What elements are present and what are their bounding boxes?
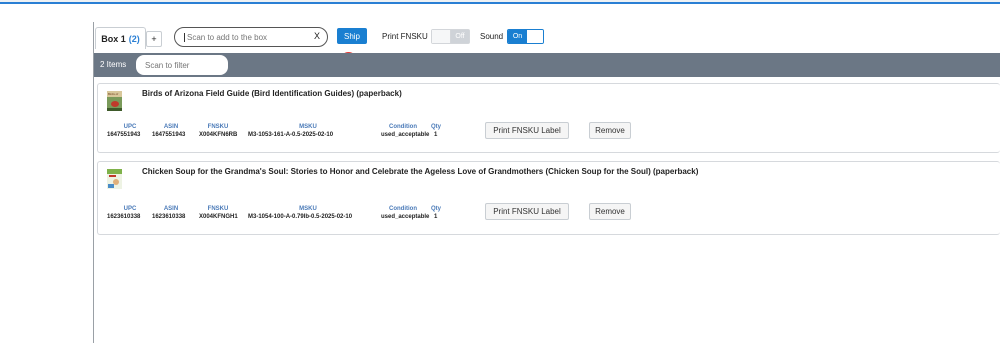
clear-scan-button[interactable]: X [314,31,320,41]
upc-value: 1647551943 [107,132,141,138]
msku-value: M3-1054-100-A-0.79lb-0.5-2025-02-10 [248,214,353,220]
sound-toggle-state: On [508,30,527,43]
tab-box-count: (2) [128,33,140,44]
filter-bar: 2 Items [94,53,1000,77]
condition-value: used_acceptable [381,132,430,138]
msku-header: MSKU [299,124,317,130]
top-header-bar [0,0,1000,4]
add-box-button[interactable]: + [146,31,162,47]
fnsku-value: X004KFNGH1 [199,214,238,220]
item-title: Chicken Soup for the Grandma's Soul: Sto… [142,167,699,176]
remove-button[interactable]: Remove [589,122,631,139]
filter-input[interactable] [136,55,228,75]
upc-header: UPC [123,206,137,212]
item-title: Birds of Arizona Field Guide (Bird Ident… [142,89,402,98]
print-fnsku-label: Print FNSKU [382,32,428,41]
asin-header: ASIN [163,124,179,130]
msku-header: MSKU [299,206,317,212]
qty-value: 1 [434,214,438,220]
qty-value: 1 [434,132,438,138]
sound-label: Sound [480,32,504,41]
svg-text:Birds of: Birds of [108,92,118,96]
asin-value: 1647551943 [152,132,186,138]
upc-header: UPC [123,124,137,130]
condition-header: Condition [389,206,417,212]
tab-box-label: Box 1 [101,33,126,44]
print-fnsku-toggle-knob [432,30,451,43]
ship-button[interactable]: Ship [337,28,367,44]
scan-to-box-field: X [174,27,328,47]
msku-value: M3-1053-161-A-0.5-2025-02-10 [248,132,334,138]
condition-header: Condition [389,124,417,130]
sound-toggle-knob [527,30,543,43]
book-cover-birds-thumbnail: Birds of [107,91,122,111]
scan-to-box-input[interactable] [184,32,304,42]
fnsku-header: FNSKU [207,206,229,212]
condition-value: used_acceptable [381,214,430,220]
items-count: 2 Items [100,60,127,69]
qty-header: Qty [430,124,441,130]
asin-header: ASIN [163,206,179,212]
fnsku-value: X004KFN6RB [199,132,238,138]
sound-toggle[interactable]: On [507,29,544,44]
item-card: Birds of Birds of Arizona Field Guide (B… [97,83,1000,153]
box-panel: Box 1 (2) + X Ship 8 Print FNSKU Off Sou… [94,22,1000,343]
upc-value: 1623610338 [107,214,141,220]
qty-header: Qty [430,206,441,212]
print-fnsku-label-button[interactable]: Print FNSKU Label [485,203,569,220]
item-card: Chicken Soup for the Grandma's Soul: Sto… [97,161,1000,235]
remove-button[interactable]: Remove [589,203,631,220]
asin-value: 1623610338 [152,214,186,220]
print-fnsku-toggle[interactable]: Off [431,29,470,44]
print-fnsku-label-button[interactable]: Print FNSKU Label [485,122,569,139]
print-fnsku-toggle-state: Off [451,30,469,43]
book-cover-chicken-soup-thumbnail [107,169,122,189]
tab-box-1[interactable]: Box 1 (2) [95,27,146,49]
fnsku-header: FNSKU [207,124,229,130]
